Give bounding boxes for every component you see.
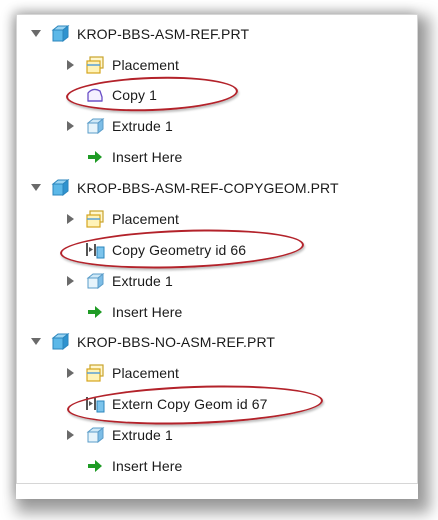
copy-geometry-icon	[84, 394, 106, 414]
tree-item-label: Placement	[112, 57, 180, 73]
copy-icon	[84, 85, 106, 105]
tree-item-label: Extrude 1	[112, 427, 173, 443]
collapse-arrow-icon[interactable]	[29, 335, 43, 349]
insert-here-arrow-icon	[84, 147, 106, 167]
tree-item-copy[interactable]: Copy 1	[64, 80, 157, 110]
tree-item-label: Copy Geometry id 66	[112, 242, 247, 258]
tree-item-placement[interactable]: Placement	[64, 50, 179, 80]
tree-item-label: Placement	[112, 211, 180, 227]
tree-part-row[interactable]: KROP-BBS-ASM-REF.PRT	[29, 19, 249, 49]
tree-item-placement[interactable]: Placement	[64, 204, 179, 234]
collapse-arrow-icon[interactable]	[29, 27, 43, 41]
part-name: KROP-BBS-NO-ASM-REF.PRT	[77, 334, 276, 350]
expand-arrow-icon[interactable]	[64, 58, 78, 72]
tree-item-label: Insert Here	[112, 304, 183, 320]
insert-here-arrow-icon	[84, 302, 106, 322]
tree-item-placement[interactable]: Placement	[64, 358, 179, 388]
part-icon	[49, 24, 71, 44]
tree-item-label: Extrude 1	[112, 273, 173, 289]
copy-geometry-icon	[84, 240, 106, 260]
tree-item-extrude[interactable]: Extrude 1	[64, 266, 173, 296]
placement-icon	[84, 209, 106, 229]
placement-icon	[84, 363, 106, 383]
expand-arrow-icon[interactable]	[64, 274, 78, 288]
collapse-arrow-icon[interactable]	[29, 181, 43, 195]
tree-part-row[interactable]: KROP-BBS-NO-ASM-REF.PRT	[29, 327, 275, 357]
placement-icon	[84, 55, 106, 75]
tree-item-label: Extrude 1	[112, 118, 173, 134]
expand-arrow-icon[interactable]	[64, 119, 78, 133]
tree-item-label: Insert Here	[112, 149, 183, 165]
part-name: KROP-BBS-ASM-REF.PRT	[77, 26, 250, 42]
tree-item-label: Copy 1	[112, 87, 157, 103]
expand-arrow-icon[interactable]	[64, 366, 78, 380]
extrude-icon	[84, 425, 106, 445]
tree-item-extrude[interactable]: Extrude 1	[64, 420, 173, 450]
part-icon	[49, 178, 71, 198]
tree-item-label: Insert Here	[112, 458, 183, 474]
tree-item-label: Placement	[112, 365, 180, 381]
tree-item-copy-geometry[interactable]: Copy Geometry id 66	[64, 235, 246, 265]
tree-part-row[interactable]: KROP-BBS-ASM-REF-COPYGEOM.PRT	[29, 173, 339, 203]
part-name: KROP-BBS-ASM-REF-COPYGEOM.PRT	[77, 180, 339, 196]
model-tree-panel: KROP-BBS-ASM-REF.PRT Placement Copy 1 Ex…	[16, 14, 418, 484]
insert-here-arrow-icon	[84, 456, 106, 476]
tree-item-insert-here[interactable]: Insert Here	[64, 297, 182, 327]
tree-item-extern-copy-geom[interactable]: Extern Copy Geom id 67	[64, 389, 268, 419]
tree-item-extrude[interactable]: Extrude 1	[64, 111, 173, 141]
extrude-icon	[84, 271, 106, 291]
tree-item-insert-here[interactable]: Insert Here	[64, 451, 182, 481]
tree-item-label: Extern Copy Geom id 67	[112, 396, 268, 412]
part-icon	[49, 332, 71, 352]
tree-item-insert-here[interactable]: Insert Here	[64, 142, 182, 172]
extrude-icon	[84, 116, 106, 136]
expand-arrow-icon[interactable]	[64, 212, 78, 226]
expand-arrow-icon[interactable]	[64, 428, 78, 442]
